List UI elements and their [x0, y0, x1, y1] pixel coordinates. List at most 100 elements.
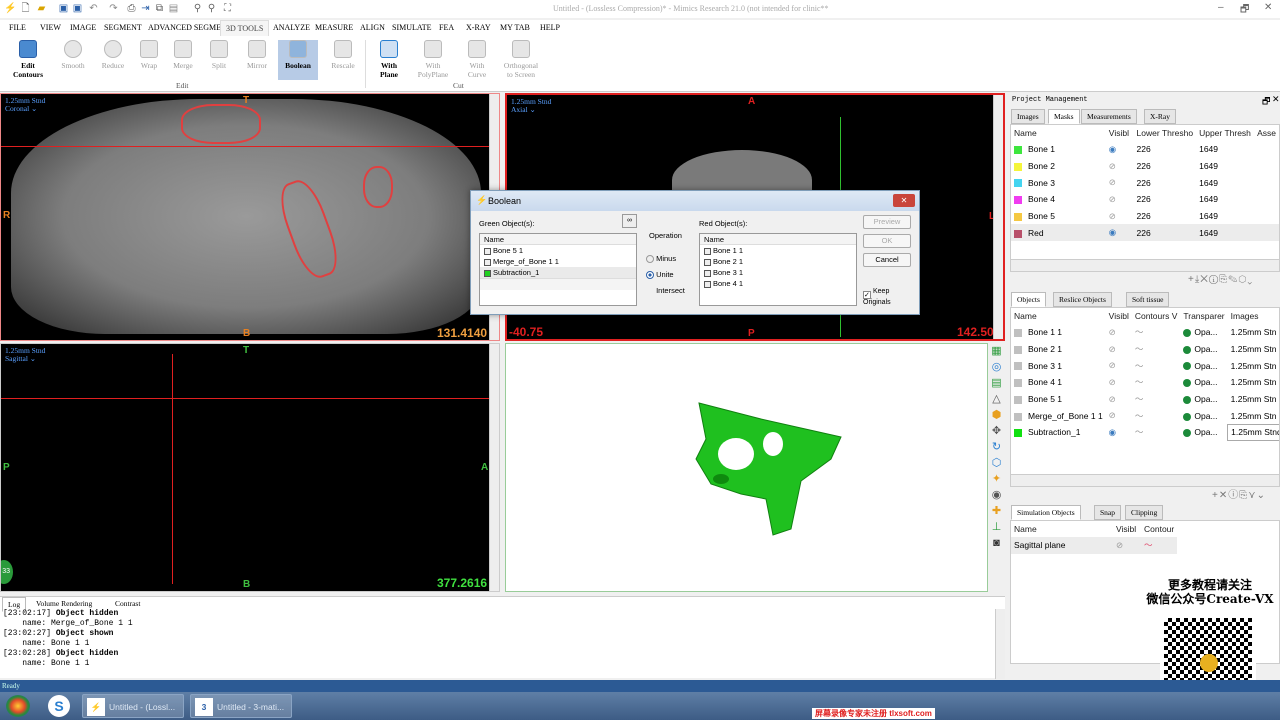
- cut-orthogonal-button[interactable]: Orthogonal to Screen: [498, 40, 544, 79]
- menu-x-ray[interactable]: X-RAY: [466, 23, 491, 32]
- menu-segment[interactable]: SEGMENT: [104, 23, 142, 32]
- mask-color-swatch[interactable]: [1014, 212, 1022, 221]
- menu-file[interactable]: FILE: [9, 23, 26, 32]
- menu-simulate[interactable]: SIMULATE: [392, 23, 432, 32]
- object-color-swatch[interactable]: [1014, 362, 1022, 371]
- table-row[interactable]: Bone 3 ⊘ 226 1649: [1011, 174, 1279, 191]
- list-item[interactable]: Bone 1 1: [700, 245, 856, 256]
- tab-contrast[interactable]: Contrast: [115, 599, 140, 608]
- menu-analyze[interactable]: ANALYZE: [273, 23, 310, 32]
- restore-button[interactable]: 🗗: [1240, 2, 1249, 19]
- 3d-model-subtraction[interactable]: [691, 399, 851, 539]
- grid-icon[interactable]: ▦: [988, 343, 1005, 359]
- table-row[interactable]: Bone 4 1 ⊘ 〜 Opa... 1.25mm Stn: [1011, 374, 1279, 391]
- transparency-cell[interactable]: Opa...: [1180, 341, 1227, 358]
- tab-objects[interactable]: Objects: [1011, 292, 1046, 307]
- save-icon[interactable]: ▣: [58, 3, 69, 14]
- viewport-label[interactable]: 1.25mm Stnd Sagittal ⌄: [5, 347, 45, 363]
- column-header[interactable]: Contour: [1141, 521, 1177, 537]
- tab-reslice-objects[interactable]: Reslice Objects: [1053, 292, 1112, 307]
- visible-eye-icon[interactable]: ◉: [1106, 224, 1134, 241]
- close-button[interactable]: ✕: [1264, 2, 1272, 13]
- contour-icon[interactable]: 〜: [1132, 424, 1181, 441]
- light-icon[interactable]: ✦: [988, 471, 1005, 487]
- hidden-eye-icon[interactable]: ⊘: [1106, 324, 1132, 341]
- contour-icon[interactable]: 〜: [1141, 537, 1177, 554]
- transparency-cell[interactable]: Opa...: [1180, 424, 1227, 441]
- cut-with-curve-button[interactable]: With Curve: [457, 40, 497, 79]
- hidden-eye-icon[interactable]: ⊘: [1106, 174, 1134, 191]
- rescale-button[interactable]: Rescale: [323, 40, 363, 70]
- column-header[interactable]: Lower Thresho: [1134, 125, 1197, 141]
- tab-snap[interactable]: Snap: [1094, 505, 1121, 520]
- column-header[interactable]: Name: [1011, 125, 1106, 141]
- view-dropdown[interactable]: Sagittal ⌄: [5, 354, 36, 363]
- mirror-button[interactable]: Mirror: [237, 40, 277, 70]
- tab-masks[interactable]: Masks: [1048, 109, 1080, 124]
- list-item[interactable]: Subtraction_1: [480, 267, 636, 278]
- table-row[interactable]: Subtraction_1 ◉ 〜 Opa... 1.25mm Stnd: [1011, 423, 1279, 442]
- table-row[interactable]: Sagittal plane ⊘ 〜: [1011, 537, 1178, 554]
- view-dropdown[interactable]: Coronal ⌄: [5, 104, 37, 113]
- visible-eye-icon[interactable]: ◉: [1106, 424, 1132, 441]
- menu-help[interactable]: HELP: [540, 23, 560, 32]
- viewport-scrollbar[interactable]: [993, 95, 1003, 339]
- add-icon[interactable]: +: [1212, 490, 1219, 501]
- boolean-button[interactable]: Boolean: [278, 40, 318, 80]
- table-row[interactable]: Bone 5 ⊘ 226 1649: [1011, 208, 1279, 225]
- rotate-icon[interactable]: ↻: [988, 439, 1005, 455]
- preview-button[interactable]: Preview: [863, 215, 911, 229]
- contour-icon[interactable]: 〜: [1132, 391, 1181, 408]
- table-row[interactable]: Bone 5 1 ⊘ 〜 Opa... 1.25mm Stn: [1011, 391, 1279, 408]
- pan-icon[interactable]: ✥: [988, 423, 1005, 439]
- tab-images[interactable]: Images: [1011, 109, 1045, 124]
- menu-my-tab[interactable]: MY TAB: [500, 23, 530, 32]
- zoom-out-icon[interactable]: ⚲: [192, 3, 203, 14]
- horizontal-scrollbar[interactable]: [480, 278, 636, 290]
- object-color-swatch[interactable]: [1014, 395, 1022, 404]
- tab-soft-tissue[interactable]: Soft tissue: [1126, 292, 1170, 307]
- image-cell[interactable]: 1.25mm Stnd: [1227, 423, 1279, 442]
- hidden-eye-icon[interactable]: ⊘: [1106, 208, 1134, 225]
- list-item[interactable]: Bone 3 1: [700, 267, 856, 278]
- mask-color-swatch[interactable]: [1014, 229, 1022, 238]
- list-item[interactable]: Merge_of_Bone 1 1: [480, 256, 636, 267]
- list-item[interactable]: Bone 5 1: [480, 245, 636, 256]
- new-file-icon[interactable]: 🗋: [20, 3, 31, 14]
- hidden-eye-icon[interactable]: ⊘: [1106, 374, 1132, 391]
- taskbar-item-3matic[interactable]: 3 Untitled - 3-mati...: [190, 694, 292, 718]
- contour-icon[interactable]: 〜: [1132, 374, 1181, 391]
- object-color-swatch[interactable]: [1014, 329, 1022, 338]
- tab-clipping[interactable]: Clipping: [1125, 505, 1164, 520]
- smooth-button[interactable]: Smooth: [53, 40, 93, 70]
- hidden-eye-icon[interactable]: ⊘: [1106, 191, 1134, 208]
- merge-button[interactable]: Merge: [163, 40, 203, 70]
- viewport-scrollbar[interactable]: [489, 344, 499, 591]
- more-icon[interactable]: ⌄: [1247, 274, 1253, 285]
- measure-icon[interactable]: △: [988, 391, 1005, 407]
- hidden-eye-icon[interactable]: ⊘: [1106, 341, 1132, 358]
- visible-eye-icon[interactable]: ◉: [1106, 141, 1134, 158]
- column-header[interactable]: Visibl: [1113, 521, 1141, 537]
- column-header[interactable]: Name: [1011, 521, 1113, 537]
- table-row[interactable]: Bone 1 ◉ 226 1649: [1011, 141, 1279, 158]
- table-row[interactable]: Bone 2 1 ⊘ 〜 Opa... 1.25mm Stn: [1011, 341, 1279, 358]
- contour-icon[interactable]: 〜: [1132, 407, 1181, 424]
- tab-volume-rendering[interactable]: Volume Rendering: [36, 599, 92, 608]
- hidden-eye-icon[interactable]: ⊘: [1106, 357, 1132, 374]
- taskbar-item-mimics[interactable]: ⚡ Untitled - (Lossl...: [82, 694, 184, 718]
- zoom-in-icon[interactable]: ⚲: [206, 3, 217, 14]
- table-row[interactable]: Merge_of_Bone 1 1 ⊘ 〜 Opa... 1.25mm Stn: [1011, 407, 1279, 424]
- column-header[interactable]: Name: [1011, 308, 1106, 324]
- copy-icon[interactable]: ⧉: [154, 3, 165, 14]
- viewport-label[interactable]: 1.25mm Stnd Coronal ⌄: [5, 97, 45, 113]
- delete-icon[interactable]: ✕: [1200, 274, 1209, 285]
- split-button[interactable]: Split: [199, 40, 239, 70]
- object-color-swatch[interactable]: [1014, 379, 1022, 388]
- cut-with-plane-button[interactable]: With Plane: [369, 40, 409, 79]
- column-header[interactable]: Asse: [1254, 125, 1279, 141]
- tab-simulation-objects[interactable]: Simulation Objects: [1011, 505, 1081, 520]
- cancel-button[interactable]: Cancel: [863, 253, 911, 267]
- undo-icon[interactable]: ↶: [88, 3, 99, 14]
- column-header[interactable]: Transparer: [1180, 308, 1227, 324]
